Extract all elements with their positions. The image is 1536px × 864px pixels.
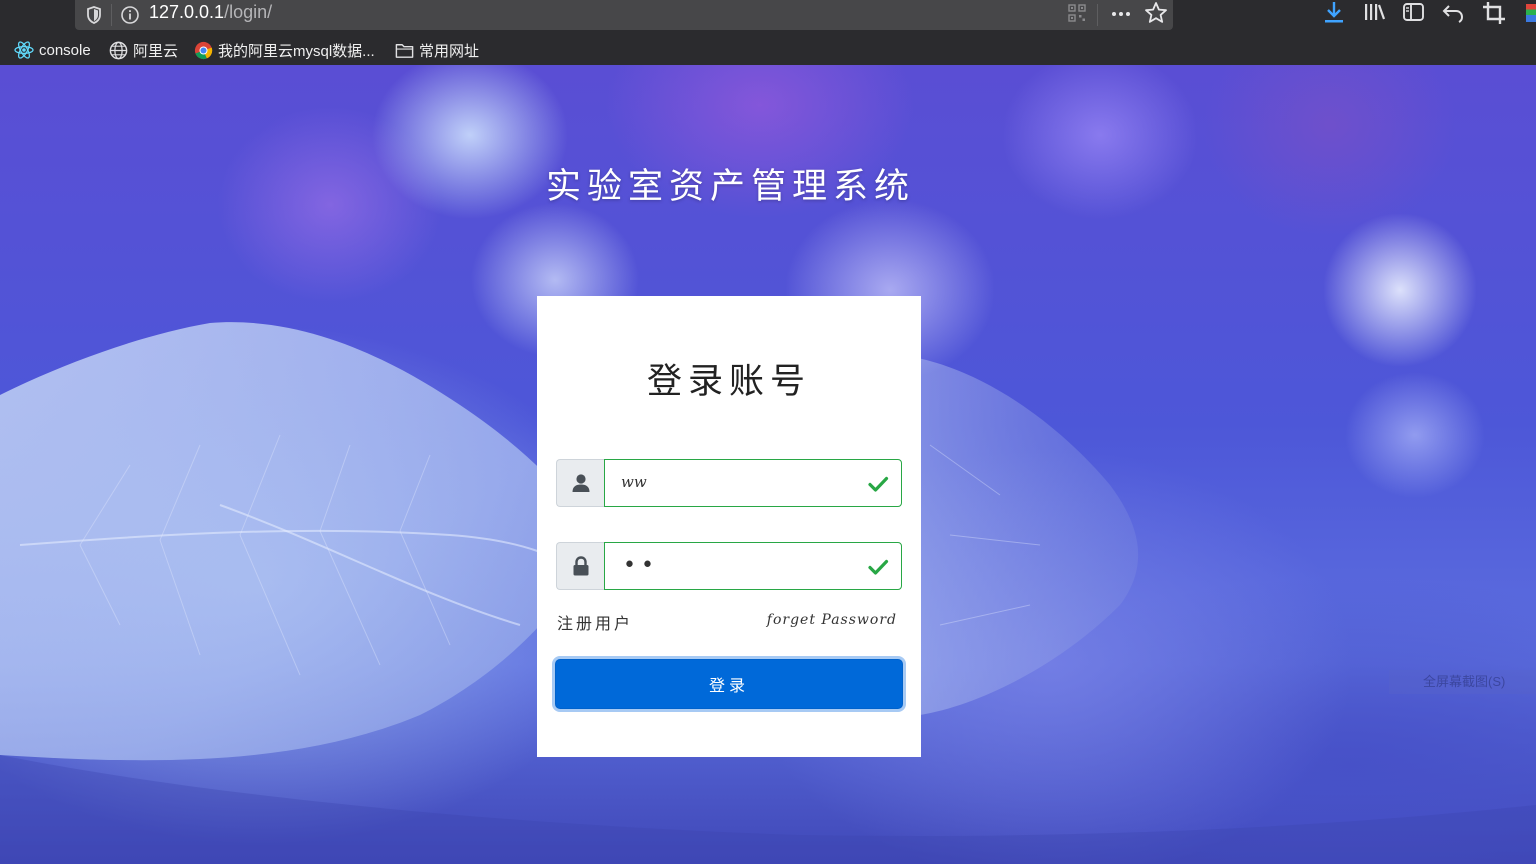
valid-check-icon <box>868 476 889 492</box>
url-host: 127.0.0.1 <box>149 2 225 22</box>
username-addon <box>556 459 604 507</box>
lock-icon <box>573 556 588 576</box>
valid-check-icon <box>868 559 889 575</box>
folder-icon <box>395 43 414 58</box>
username-value: ww <box>621 473 647 491</box>
screenshot-hint-tooltip: 全屏幕截图(S) <box>1389 670 1536 694</box>
react-icon <box>14 41 34 59</box>
bookmark-aliyun-mysql[interactable]: 我的阿里云mysql数据... <box>193 38 375 62</box>
bookmark-label: 我的阿里云mysql数据... <box>218 42 375 60</box>
register-link[interactable]: 注册用户 <box>557 610 633 634</box>
more-actions-icon[interactable] <box>1109 2 1133 26</box>
password-input[interactable]: •• <box>604 542 902 590</box>
bookmark-aliyun[interactable]: 阿里云 <box>108 38 178 62</box>
undo-icon[interactable] <box>1441 0 1467 26</box>
qr-code-icon[interactable] <box>1067 3 1087 23</box>
bookmark-label: console <box>39 41 91 59</box>
login-page: 实验室资产管理系统 登录账号 ww •• 注册用户 forget Passwor… <box>0 65 1536 864</box>
browser-chrome: 127.0.0.1/login/ console 阿里云 我的阿里云mysql数… <box>0 0 1536 65</box>
bookmarks-toolbar: console 阿里云 我的阿里云mysql数据... 常用网址 <box>0 36 1536 64</box>
library-icon[interactable] <box>1362 0 1388 26</box>
login-card: 登录账号 ww •• 注册用户 forget Password 登录 <box>537 296 921 757</box>
address-bar-divider <box>1097 4 1098 26</box>
address-bar[interactable]: 127.0.0.1/login/ <box>75 0 1173 30</box>
login-button[interactable]: 登录 <box>555 659 903 709</box>
password-mask: •• <box>623 553 659 578</box>
password-field: •• <box>556 542 902 590</box>
url-text[interactable]: 127.0.0.1/login/ <box>149 2 272 23</box>
crop-icon[interactable] <box>1481 0 1507 26</box>
forgot-password-link[interactable]: forget Password <box>767 612 897 628</box>
password-addon <box>556 542 604 590</box>
chrome-icon <box>194 41 213 59</box>
bookmark-console[interactable]: console <box>13 38 91 62</box>
username-input[interactable]: ww <box>604 459 902 507</box>
overflow-toolbar-edge <box>1526 4 1536 22</box>
site-title: 实验室资产管理系统 <box>0 158 1536 209</box>
sidebar-icon[interactable] <box>1401 0 1427 26</box>
download-icon[interactable] <box>1321 0 1347 26</box>
address-bar-divider <box>111 4 112 26</box>
shield-icon[interactable] <box>83 4 105 26</box>
bookmark-label: 常用网址 <box>419 42 480 60</box>
bookmark-star-icon[interactable] <box>1143 0 1169 26</box>
login-card-title: 登录账号 <box>646 362 811 402</box>
bookmark-label: 阿里云 <box>133 42 179 60</box>
bookmark-folder-common-sites[interactable]: 常用网址 <box>394 38 479 62</box>
site-title-text: 实验室资产管理系统 <box>545 167 915 207</box>
url-path: /login/ <box>224 2 273 22</box>
info-icon[interactable] <box>119 4 141 26</box>
username-field: ww <box>556 459 902 507</box>
globe-icon <box>109 41 128 59</box>
user-icon <box>572 474 589 492</box>
